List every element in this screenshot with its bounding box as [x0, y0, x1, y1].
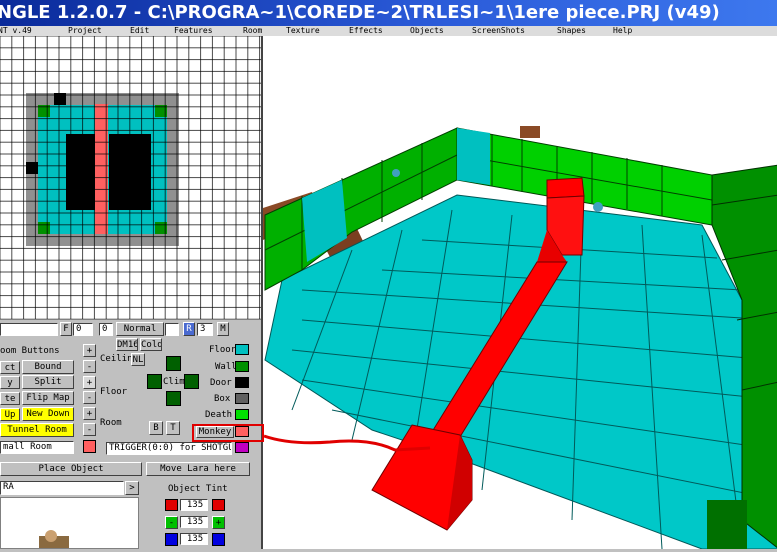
delete-room-button[interactable]: te [0, 392, 20, 405]
legend-door-label: Door [210, 378, 232, 388]
object-preview [0, 497, 139, 550]
tint-green-minus[interactable]: - [165, 516, 178, 529]
climb-north-square[interactable] [166, 356, 181, 371]
move-lara-button[interactable]: Move Lara here [146, 462, 250, 476]
minus-button-2[interactable]: - [83, 391, 96, 404]
nl-button[interactable]: NL [131, 353, 145, 366]
bound-button[interactable]: Bound [22, 360, 74, 374]
climb-west-square[interactable] [147, 374, 162, 389]
minus-button-3[interactable]: - [83, 423, 96, 436]
legend-door-swatch[interactable] [235, 377, 249, 388]
m-toggle[interactable]: M [217, 322, 229, 336]
tint-green-value[interactable]: 135 [180, 516, 208, 528]
room-label: Room [100, 418, 122, 428]
r-toggle[interactable]: R [183, 322, 195, 336]
room-name-field[interactable] [0, 323, 58, 336]
legend-wall-swatch[interactable] [235, 361, 249, 372]
object-dropdown-button[interactable]: > [125, 481, 139, 495]
tint-red-value[interactable]: 135 [180, 499, 208, 511]
tint-red-swatch[interactable] [165, 499, 178, 511]
flip-map-button[interactable]: Flip Map [22, 391, 74, 405]
legend-floor-swatch[interactable] [235, 344, 249, 355]
up-button[interactable]: Up [0, 408, 20, 421]
blank-field[interactable] [165, 323, 179, 336]
legend-box-label: Box [214, 394, 231, 404]
second-value-field[interactable]: 0 [99, 323, 113, 336]
t-button[interactable]: T [166, 421, 180, 435]
annotation-highlight-box [192, 424, 264, 442]
object-preview-image [39, 530, 69, 550]
new-down-button[interactable]: New Down [22, 407, 74, 421]
place-object-button[interactable]: Place Object [0, 462, 142, 476]
plus-button-3[interactable]: + [83, 407, 96, 420]
legend-death-label: Death [205, 410, 233, 420]
legend-floor-label: Floor [209, 345, 237, 355]
copy-room-button[interactable]: y [0, 376, 20, 389]
split-button[interactable]: Split [22, 375, 74, 389]
tint-green-plus[interactable]: + [212, 516, 225, 529]
minus-button-1[interactable]: - [83, 360, 96, 373]
object-select-field[interactable]: RA [0, 481, 124, 495]
plus-button-2[interactable]: + [83, 376, 96, 389]
object-tint-label: Object Tint [168, 484, 228, 494]
cold-button[interactable]: Cold [140, 338, 162, 351]
tint-blue-swatch[interactable] [165, 533, 178, 546]
room-buttons-header: oom Buttons [0, 346, 60, 356]
floor-label: Floor [100, 387, 128, 397]
f-value-field[interactable]: 0 [73, 323, 93, 336]
trigger-field[interactable]: TRIGGER(0:0) for SHOTGUN [106, 442, 232, 455]
plus-button-1[interactable]: + [83, 344, 96, 357]
legend-box-swatch[interactable] [235, 393, 249, 404]
trigger-color-swatch[interactable] [235, 442, 249, 453]
select-room-button[interactable]: ct [0, 361, 20, 374]
room-color-swatch[interactable] [83, 440, 96, 453]
tunnel-room-button[interactable]: Tunnel Room [0, 423, 74, 437]
b-button[interactable]: B [149, 421, 163, 435]
room-select-field[interactable]: mall Room [0, 441, 74, 454]
climb-south-square[interactable] [166, 391, 181, 406]
tint-blue-adjust[interactable] [212, 533, 225, 546]
dm16-button[interactable]: DM16 [116, 338, 138, 351]
f-toggle[interactable]: F [60, 322, 72, 336]
normal-button[interactable]: Normal [116, 322, 164, 336]
climb-east-square[interactable] [184, 374, 199, 389]
r-value-field[interactable]: 3 [197, 323, 213, 336]
tint-red-adjust[interactable] [212, 499, 225, 511]
tint-blue-value[interactable]: 135 [180, 533, 208, 545]
legend-wall-label: Wall [215, 362, 237, 372]
legend-death-swatch[interactable] [235, 409, 249, 420]
